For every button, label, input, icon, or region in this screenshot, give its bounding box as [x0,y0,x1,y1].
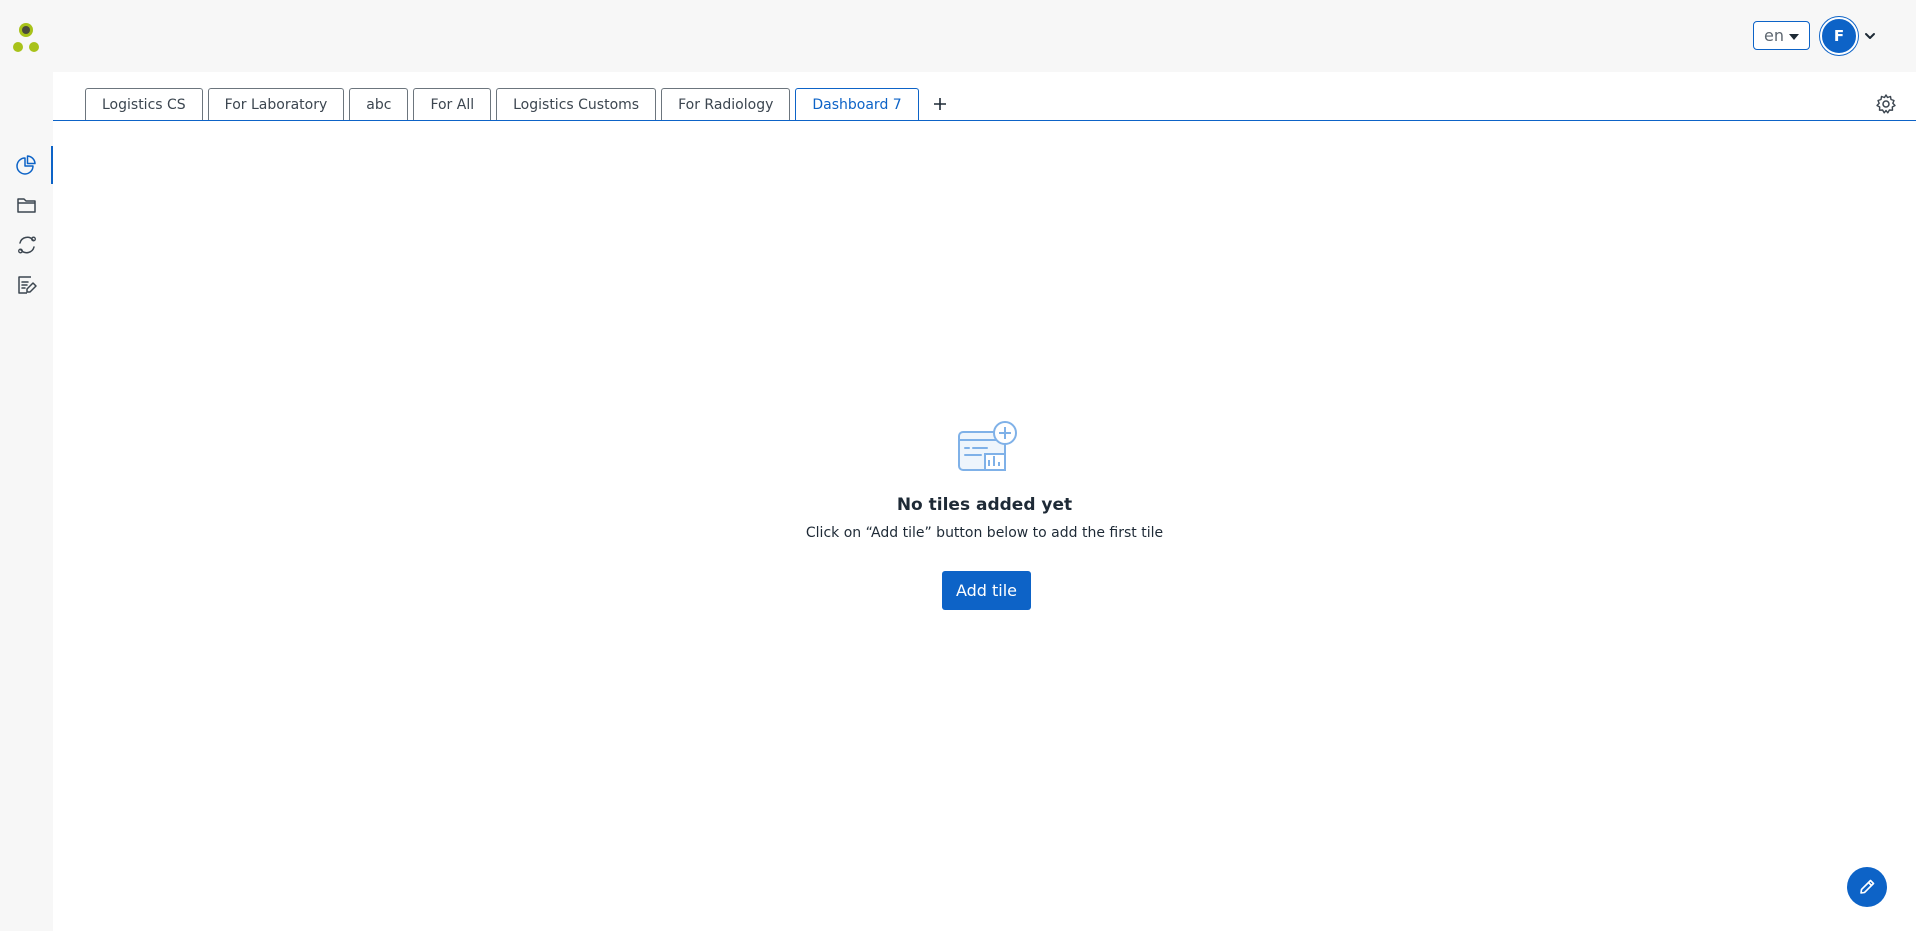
edit-dashboard-button[interactable] [1847,867,1887,907]
dashboard-tabs: Logistics CS For Laboratory abc For All … [85,88,954,121]
gear-icon[interactable] [1875,93,1897,115]
tab-logistics-cs[interactable]: Logistics CS [85,88,203,120]
tab-for-laboratory[interactable]: For Laboratory [207,88,345,120]
add-tab-button[interactable] [926,88,954,120]
pie-chart-icon [15,155,36,175]
language-value: en [1764,26,1784,45]
language-select[interactable]: en [1753,21,1810,50]
top-bar: en F [0,0,1916,72]
add-tile-illustration-icon [958,421,1017,471]
folder-icon [16,198,36,213]
main-content: Logistics CS For Laboratory abc For All … [53,72,1916,931]
tab-logistics-customs[interactable]: Logistics Customs [496,88,657,120]
tab-for-radiology[interactable]: For Radiology [661,88,791,120]
add-tile-button[interactable]: Add tile [942,571,1031,610]
sidebar-item-sync[interactable] [0,226,53,264]
caret-down-icon [1789,34,1799,40]
sidebar [0,72,53,931]
sidebar-item-reports[interactable] [0,266,53,304]
sidebar-item-dashboards[interactable] [0,146,53,184]
plus-icon [933,98,946,110]
empty-state-title: No tiles added yet [896,495,1073,515]
sidebar-item-files[interactable] [0,186,53,224]
user-avatar[interactable]: F [1820,17,1858,55]
pencil-icon [1860,879,1875,894]
tab-divider [53,120,1916,121]
edit-list-icon [17,276,37,294]
app-logo[interactable] [8,20,44,56]
tab-abc[interactable]: abc [349,88,409,120]
tab-for-all[interactable]: For All [413,88,492,120]
chevron-down-icon[interactable] [1863,29,1877,43]
empty-state-subtitle: Click on “Add tile” button below to add … [805,525,1164,541]
tab-dashboard-7[interactable]: Dashboard 7 [795,88,919,121]
avatar-initial: F [1833,27,1845,45]
refresh-icon [17,236,36,254]
